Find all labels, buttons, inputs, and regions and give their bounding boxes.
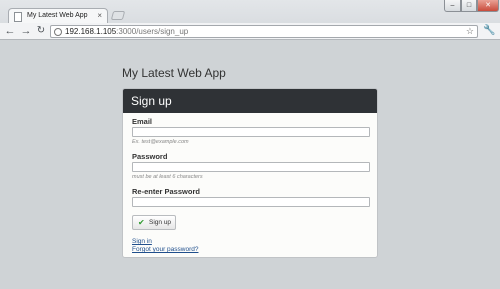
forward-arrow-icon[interactable]: →: [20, 25, 32, 37]
forgot-password-link[interactable]: Forgot your password?: [132, 246, 198, 253]
minimize-button[interactable]: –: [444, 0, 461, 12]
card-header: Sign up: [123, 89, 377, 113]
tab-strip: My Latest Web App × – □ ✕: [0, 0, 500, 24]
password-label: Password: [132, 152, 168, 161]
address-bar[interactable]: 192.168.1.105:3000/users/sign_up ☆: [50, 25, 478, 38]
check-icon: ✔: [138, 218, 145, 227]
close-window-button[interactable]: ✕: [477, 0, 499, 12]
tab-active[interactable]: My Latest Web App ×: [8, 8, 108, 24]
browser-toolbar: ← → ↻ 192.168.1.105:3000/users/sign_up ☆…: [0, 23, 500, 40]
form-title: Sign up: [131, 94, 172, 108]
email-hint: Ex. test@example.com: [132, 139, 189, 145]
url-path: :3000/users/sign_up: [116, 27, 189, 36]
sign-in-link[interactable]: Sign in: [132, 238, 152, 245]
tab-title: My Latest Web App: [27, 12, 88, 19]
url-host: 192.168.1.105: [65, 27, 117, 36]
password-confirmation-label: Re-enter Password: [132, 187, 200, 196]
email-field[interactable]: [132, 127, 370, 137]
maximize-button[interactable]: □: [461, 0, 477, 12]
app-title: My Latest Web App: [122, 66, 226, 80]
password-confirmation-field[interactable]: [132, 197, 370, 207]
tab-close-icon[interactable]: ×: [97, 11, 102, 21]
bookmark-star-icon[interactable]: ☆: [466, 26, 474, 37]
back-arrow-icon[interactable]: ←: [4, 25, 16, 37]
browser-chrome: My Latest Web App × – □ ✕ ← → ↻ 192.168.…: [0, 0, 500, 40]
password-hint: must be at least 6 characters: [132, 174, 203, 180]
reload-icon[interactable]: ↻: [35, 25, 47, 37]
password-field[interactable]: [132, 162, 370, 172]
sign-up-button-label: Sign up: [149, 219, 172, 226]
page-info-icon[interactable]: [54, 28, 62, 36]
new-tab-button[interactable]: [110, 11, 126, 20]
wrench-menu-icon[interactable]: 🔧: [483, 25, 495, 37]
page-favicon-icon: [14, 12, 22, 22]
email-label: Email: [132, 117, 153, 126]
url-text[interactable]: 192.168.1.105:3000/users/sign_up: [65, 27, 188, 36]
sign-up-button[interactable]: ✔ Sign up: [132, 215, 176, 230]
sign-up-card: Sign up Email Ex. test@example.com Passw…: [122, 88, 378, 258]
